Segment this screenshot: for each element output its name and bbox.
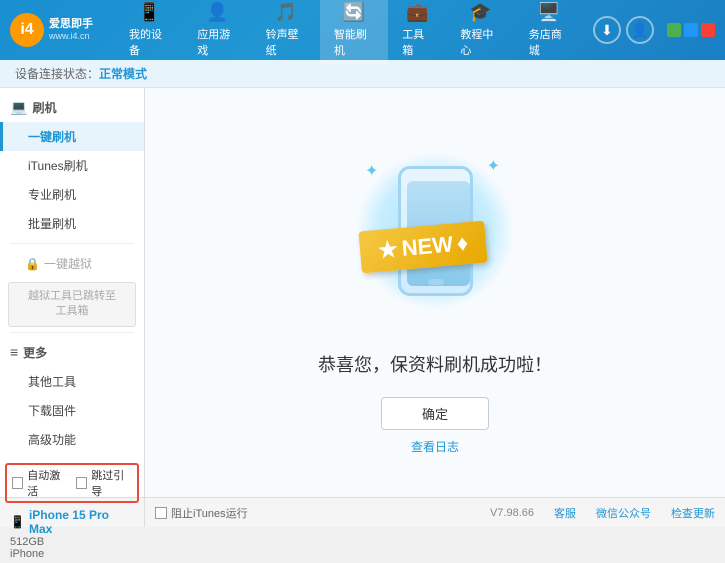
top-bar: i4 爱思即手 www.i4.cn 📱 我的设备 👤 应用游戏 🎵 铃声壁纸 🔄… [0, 0, 725, 60]
maximize-button[interactable] [684, 23, 698, 37]
device-info: 📱 iPhone 15 Pro Max 512GB iPhone [5, 505, 139, 563]
nav-my-device[interactable]: 📱 我的设备 [115, 0, 183, 64]
sidebar-divider-1 [10, 243, 134, 244]
minimize-button[interactable] [667, 23, 681, 37]
main-content: ✦ ✦ ★ NEW ♦ 恭喜您，保资料刷机成功啦！ 确定 查看日志 [145, 88, 725, 497]
sidebar-section-more: ≡ 更多 [0, 338, 144, 367]
device-type: iPhone [10, 548, 134, 560]
itunes-check-section: 阻止iTunes运行 [145, 498, 258, 527]
app-logo: i4 爱思即手 www.i4.cn [10, 13, 100, 47]
device-name-row: 📱 iPhone 15 Pro Max [10, 508, 134, 536]
sidebar-item-other-tools[interactable]: 其他工具 [0, 367, 144, 396]
logo-icon: i4 [10, 13, 44, 47]
phone-illustration: ✦ ✦ ★ NEW ♦ [335, 131, 535, 331]
ringtones-icon: 🎵 [275, 2, 297, 23]
status-label: 设备连接状态： [15, 65, 99, 82]
lock-icon: 🔒 [25, 257, 40, 271]
nav-smart-flash[interactable]: 🔄 智能刷机 [320, 0, 388, 64]
nav-service[interactable]: 🖥️ 务店商城 [515, 0, 583, 64]
bottom-link-wechat[interactable]: 微信公众号 [596, 505, 651, 521]
toolbox-icon: 💼 [406, 2, 428, 23]
new-badge: ★ NEW ♦ [360, 226, 486, 268]
sidebar-section-flash: 💻 刷机 [0, 93, 144, 122]
sidebar: 💻 刷机 一键刷机 iTunes刷机 专业刷机 批量刷机 🔒 一键越狱 越狱工具… [0, 88, 145, 497]
itunes-label: 阻止iTunes运行 [171, 505, 248, 521]
bottom-link-support[interactable]: 客服 [554, 505, 576, 521]
sidebar-item-advanced[interactable]: 高级功能 [0, 425, 144, 454]
device-storage: 512GB [10, 536, 134, 548]
nav-tutorial[interactable]: 🎓 教程中心 [446, 0, 514, 64]
status-mode: 正常模式 [99, 65, 147, 82]
smart-flash-icon: 🔄 [343, 2, 365, 23]
guide-label: 跳过引导 [91, 467, 132, 499]
user-button[interactable]: 👤 [626, 16, 654, 44]
bottom-link-update[interactable]: 检查更新 [671, 505, 715, 521]
new-banner-text: ★ NEW ♦ [358, 220, 487, 273]
confirm-button[interactable]: 确定 [381, 397, 489, 430]
logo-text: 爱思即手 www.i4.cn [49, 18, 93, 42]
sidebar-item-one-click-flash[interactable]: 一键刷机 [0, 122, 144, 151]
sidebar-jailbreak-title: 🔒 一键越狱 [0, 249, 144, 278]
sparkle-icon-2: ✦ [487, 156, 500, 176]
my-device-icon: 📱 [138, 2, 160, 23]
sparkle-icon-1: ✦ [365, 161, 378, 181]
sidebar-item-pro-flash[interactable]: 专业刷机 [0, 180, 144, 209]
sidebar-item-batch-flash[interactable]: 批量刷机 [0, 209, 144, 238]
apps-games-icon: 👤 [206, 2, 228, 23]
status-bar: 设备连接状态： 正常模式 [0, 60, 725, 88]
auto-activate-label: 自动激活 [27, 467, 68, 499]
main-layout: 💻 刷机 一键刷机 iTunes刷机 专业刷机 批量刷机 🔒 一键越狱 越狱工具… [0, 88, 725, 497]
bottom-bar: 自动激活 跳过引导 📱 iPhone 15 Pro Max 512GB iPho… [0, 497, 725, 527]
sidebar-item-itunes-flash[interactable]: iTunes刷机 [0, 151, 144, 180]
device-panel: 自动激活 跳过引导 📱 iPhone 15 Pro Max 512GB iPho… [0, 498, 145, 527]
nav-apps-games[interactable]: 👤 应用游戏 [183, 0, 251, 64]
guide-checkbox[interactable] [76, 477, 87, 489]
sidebar-item-download-firmware[interactable]: 下载固件 [0, 396, 144, 425]
bottom-status: V7.98.66 客服 微信公众号 检查更新 [258, 498, 725, 527]
success-message: 恭喜您，保资料刷机成功啦！ [318, 351, 552, 377]
more-section-icon: ≡ [10, 344, 18, 360]
flash-section-icon: 💻 [10, 99, 27, 116]
nav-toolbox[interactable]: 💼 工具箱 [388, 0, 446, 64]
download-button[interactable]: ⬇ [593, 16, 621, 44]
top-right-controls: ⬇ 👤 [593, 16, 715, 44]
sidebar-divider-2 [10, 332, 134, 333]
sidebar-jailbreak-msg: 越狱工具已跳转至工具箱 [8, 282, 136, 327]
tutorial-icon: 🎓 [469, 2, 491, 23]
nav-bar: 📱 我的设备 👤 应用游戏 🎵 铃声壁纸 🔄 智能刷机 💼 工具箱 🎓 教程中心… [115, 0, 583, 64]
window-controls [667, 23, 715, 37]
phone-home-button [428, 279, 444, 285]
close-button[interactable] [701, 23, 715, 37]
service-icon: 🖥️ [538, 2, 560, 23]
log-link[interactable]: 查看日志 [411, 438, 459, 455]
nav-ringtones[interactable]: 🎵 铃声壁纸 [252, 0, 320, 64]
version-text: V7.98.66 [490, 507, 534, 519]
auto-activate-checkbox[interactable] [12, 477, 23, 489]
auto-activate-row: 自动激活 跳过引导 [5, 463, 139, 503]
device-icon: 📱 [10, 515, 25, 529]
itunes-checkbox[interactable] [155, 507, 167, 519]
